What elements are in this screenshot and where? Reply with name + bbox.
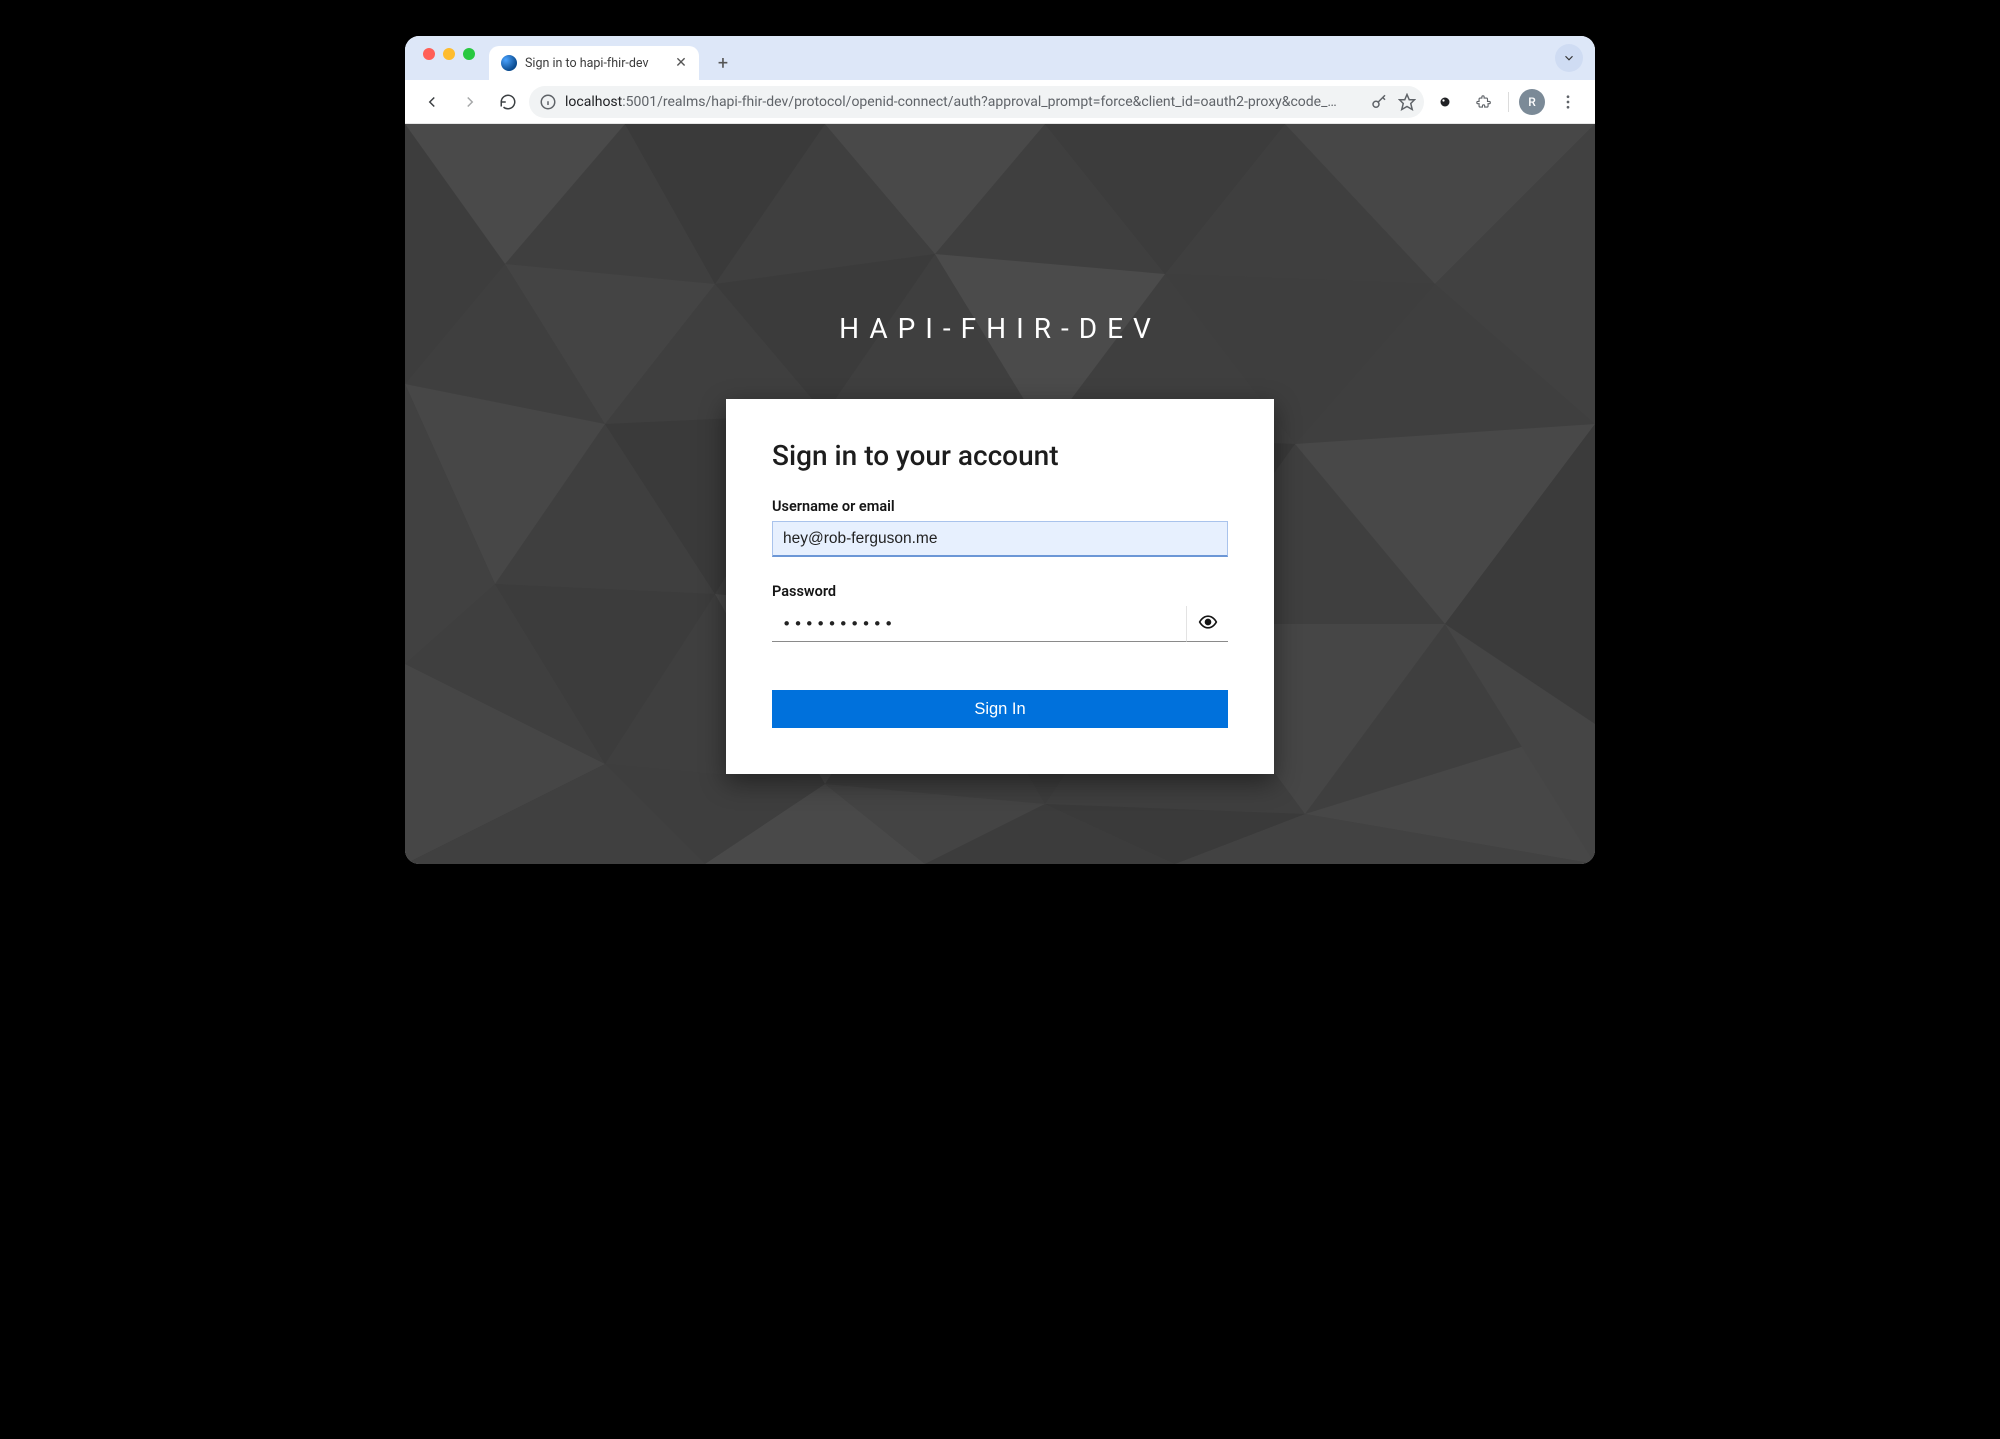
username-input[interactable]	[772, 521, 1228, 557]
browser-tab[interactable]: Sign in to hapi-fhir-dev ✕	[489, 46, 699, 80]
password-key-icon[interactable]	[1370, 93, 1388, 111]
login-page: HAPI-FHIR-DEV Sign in to your account Us…	[405, 124, 1595, 864]
nav-back-button[interactable]	[415, 85, 449, 119]
eye-icon	[1198, 612, 1218, 635]
new-tab-button[interactable]: +	[709, 49, 737, 77]
tab-list-menu-button[interactable]	[1555, 44, 1583, 72]
browser-window: Sign in to hapi-fhir-dev ✕ + localhost:5…	[405, 36, 1595, 864]
toolbar-separator	[1508, 92, 1509, 112]
address-bar[interactable]: localhost:5001/realms/hapi-fhir-dev/prot…	[529, 86, 1424, 118]
window-zoom-button[interactable]	[463, 48, 475, 60]
signin-button[interactable]: Sign In	[772, 690, 1228, 728]
extensions-puzzle-icon[interactable]	[1466, 85, 1500, 119]
nav-forward-button[interactable]	[453, 85, 487, 119]
realm-title: HAPI-FHIR-DEV	[839, 312, 1161, 345]
password-input[interactable]	[772, 606, 1186, 642]
profile-avatar[interactable]: R	[1519, 89, 1545, 115]
browser-menu-button[interactable]	[1551, 85, 1585, 119]
url-path: :5001/realms/hapi-fhir-dev/protocol/open…	[622, 94, 1337, 110]
tab-title: Sign in to hapi-fhir-dev	[525, 56, 665, 71]
card-heading: Sign in to your account	[772, 439, 1228, 472]
show-password-button[interactable]	[1186, 606, 1228, 642]
avatar-initial: R	[1528, 95, 1536, 109]
tab-close-button[interactable]: ✕	[673, 55, 689, 71]
extension-icon[interactable]	[1428, 85, 1462, 119]
login-card: Sign in to your account Username or emai…	[726, 399, 1274, 774]
tab-favicon	[501, 55, 517, 71]
browser-toolbar: localhost:5001/realms/hapi-fhir-dev/prot…	[405, 80, 1595, 124]
address-bar-url: localhost:5001/realms/hapi-fhir-dev/prot…	[565, 94, 1362, 110]
window-controls	[423, 36, 475, 80]
password-label: Password	[772, 583, 1228, 600]
username-label: Username or email	[772, 498, 1228, 515]
nav-reload-button[interactable]	[491, 85, 525, 119]
page-viewport: HAPI-FHIR-DEV Sign in to your account Us…	[405, 124, 1595, 864]
tab-strip: Sign in to hapi-fhir-dev ✕ +	[405, 36, 1595, 80]
window-close-button[interactable]	[423, 48, 435, 60]
bookmark-star-icon[interactable]	[1398, 93, 1416, 111]
window-minimize-button[interactable]	[443, 48, 455, 60]
site-info-icon[interactable]	[539, 93, 557, 111]
username-field-group: Username or email	[772, 498, 1228, 557]
password-field-group: Password	[772, 583, 1228, 642]
url-host: localhost	[565, 94, 622, 110]
